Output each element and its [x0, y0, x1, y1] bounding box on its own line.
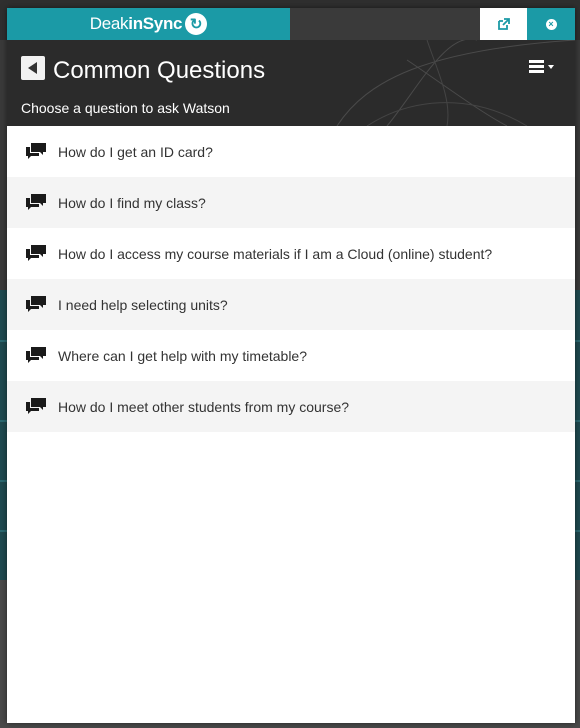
question-list: How do I get an ID card? How do I find m…: [7, 126, 575, 432]
question-text: How do I meet other students from my cou…: [58, 398, 350, 415]
question-text: I need help selecting units?: [58, 296, 228, 313]
menu-button[interactable]: [527, 58, 559, 80]
close-icon: ×: [545, 18, 557, 30]
question-text: How do I access my course materials if I…: [58, 245, 493, 262]
widget-topbar: DeakinSync ↻ ×: [7, 8, 575, 40]
chat-bubbles-icon: [26, 347, 46, 363]
question-item[interactable]: I need help selecting units?: [7, 279, 575, 330]
caret-down-icon: [548, 65, 554, 69]
question-item[interactable]: How do I access my course materials if I…: [7, 228, 575, 279]
popout-button[interactable]: [480, 8, 527, 40]
brand-logo-bar: DeakinSync ↻: [7, 8, 290, 40]
page-subtitle: Choose a question to ask Watson: [21, 100, 230, 116]
question-text: How do I find my class?: [58, 194, 206, 211]
question-text: Where can I get help with my timetable?: [58, 347, 308, 364]
hamburger-menu-icon: [529, 60, 544, 75]
brand-name: DeakinSync: [89, 14, 183, 33]
question-item[interactable]: How do I find my class?: [7, 177, 575, 228]
chat-bubbles-icon: [26, 296, 46, 312]
chat-bubbles-icon: [26, 245, 46, 261]
back-button[interactable]: [21, 56, 45, 80]
question-item[interactable]: How do I meet other students from my cou…: [7, 381, 575, 432]
page-title: Common Questions: [53, 57, 266, 84]
sync-icon: ↻: [185, 13, 208, 35]
question-item[interactable]: How do I get an ID card?: [7, 126, 575, 177]
question-text: How do I get an ID card?: [58, 143, 213, 160]
question-item[interactable]: Where can I get help with my timetable?: [7, 330, 575, 381]
chat-widget: DeakinSync ↻ × Common Questions Choose a…: [7, 8, 575, 723]
chat-bubbles-icon: [26, 398, 46, 414]
chat-bubbles-icon: [26, 143, 46, 159]
close-button[interactable]: ×: [527, 8, 575, 40]
chat-bubbles-icon: [26, 194, 46, 210]
widget-header: Common Questions Choose a question to as…: [7, 40, 575, 126]
external-link-icon: [498, 17, 510, 30]
